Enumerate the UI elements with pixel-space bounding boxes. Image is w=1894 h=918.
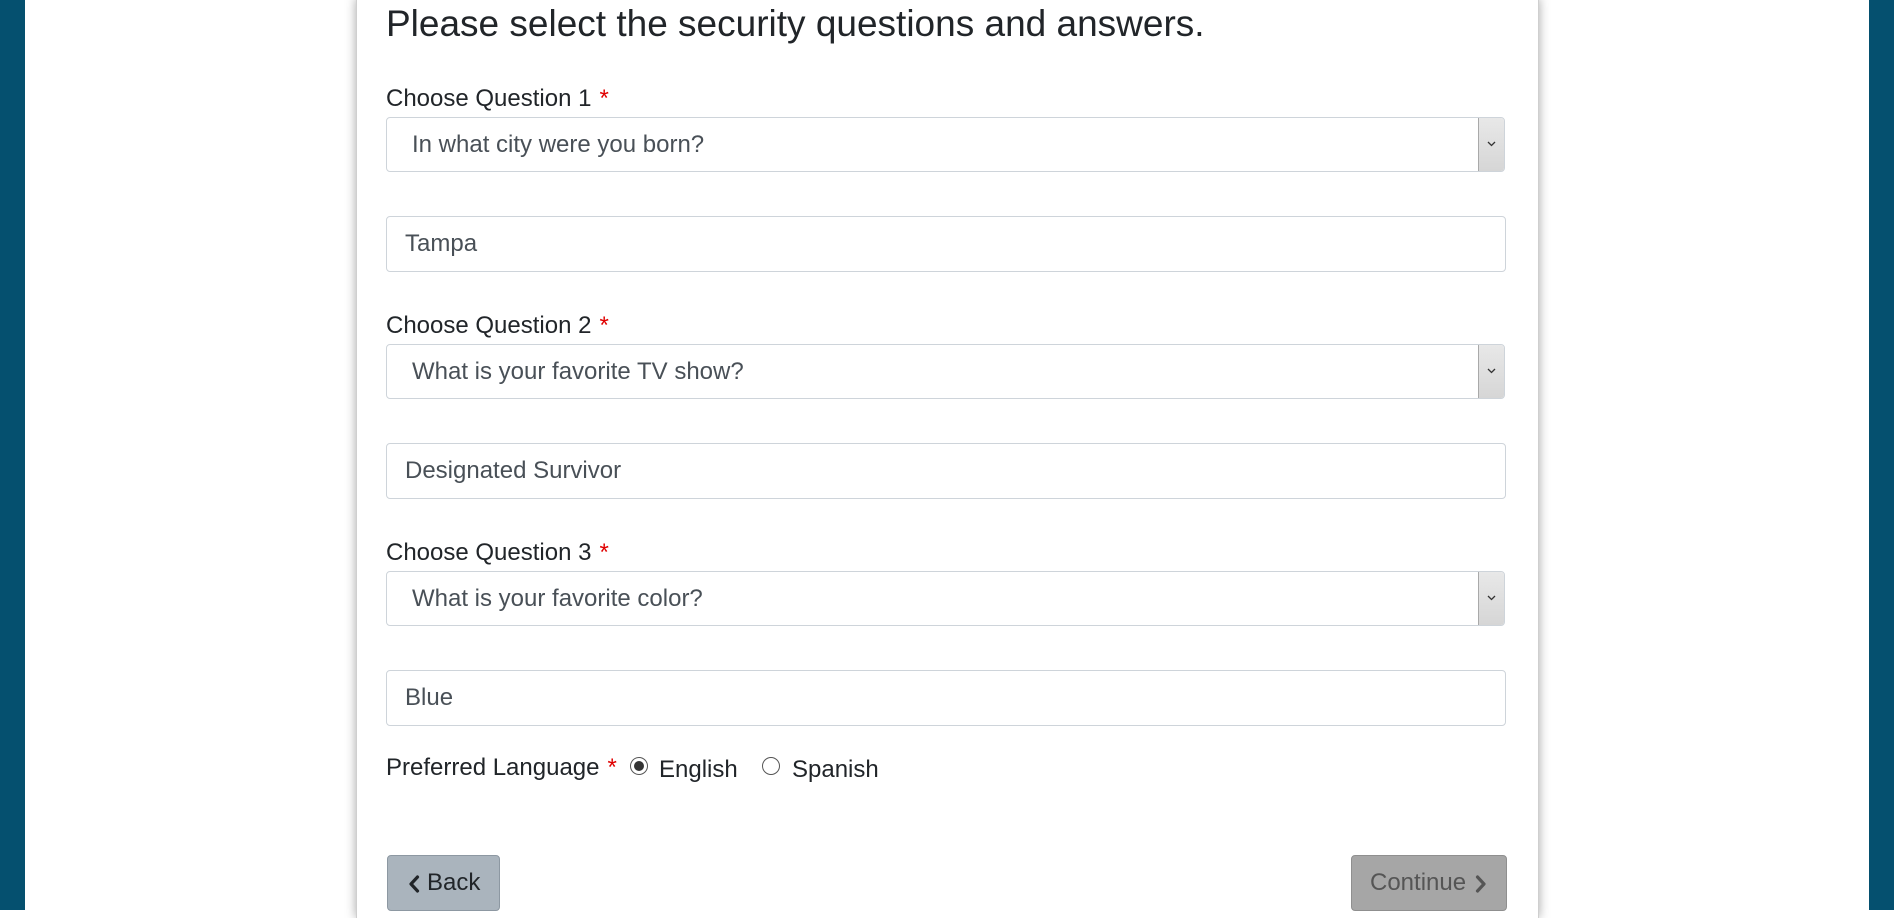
- question-3-selected-value: What is your favorite color?: [412, 585, 703, 612]
- continue-button[interactable]: Continue: [1351, 855, 1507, 911]
- chevron-down-icon[interactable]: [1478, 345, 1504, 398]
- chevron-down-icon[interactable]: [1478, 118, 1504, 171]
- question-1-selected-value: In what city were you born?: [412, 131, 705, 158]
- spanish-radio-label[interactable]: Spanish: [792, 756, 879, 784]
- back-button[interactable]: Back: [387, 855, 500, 911]
- required-marker: *: [599, 312, 609, 339]
- question-2-label-text: Choose Question 2: [386, 312, 592, 339]
- question-1-answer-input[interactable]: [386, 216, 1506, 272]
- question-1-label: Choose Question 1 *: [386, 85, 609, 113]
- required-marker: *: [599, 85, 609, 112]
- continue-button-label: Continue: [1370, 869, 1467, 896]
- chevron-right-icon: [1475, 875, 1486, 893]
- question-3-select[interactable]: What is your favorite color?: [386, 571, 1505, 626]
- question-2-select[interactable]: What is your favorite TV show?: [386, 344, 1505, 399]
- chevron-left-icon: [409, 875, 420, 893]
- english-radio[interactable]: [630, 757, 648, 775]
- preferred-language-group: Preferred Language * English Spanish: [386, 754, 986, 786]
- question-3-label: Choose Question 3 *: [386, 539, 609, 567]
- right-side-bar: [1869, 0, 1894, 910]
- question-3-label-text: Choose Question 3: [386, 539, 592, 566]
- page-title: Please select the security questions and…: [386, 3, 1205, 44]
- required-marker: *: [599, 539, 609, 566]
- preferred-language-label-text: Preferred Language: [386, 754, 600, 781]
- required-marker: *: [607, 754, 617, 781]
- left-side-bar: [0, 0, 25, 910]
- spanish-radio[interactable]: [762, 757, 780, 775]
- preferred-language-label: Preferred Language *: [386, 754, 617, 782]
- back-button-label: Back: [427, 869, 481, 896]
- english-radio-label[interactable]: English: [659, 756, 738, 784]
- question-3-answer-input[interactable]: [386, 670, 1506, 726]
- question-2-label: Choose Question 2 *: [386, 312, 609, 340]
- question-1-select[interactable]: In what city were you born?: [386, 117, 1505, 172]
- question-2-selected-value: What is your favorite TV show?: [412, 358, 744, 385]
- question-1-label-text: Choose Question 1: [386, 85, 592, 112]
- chevron-down-icon[interactable]: [1478, 572, 1504, 625]
- question-2-answer-input[interactable]: [386, 443, 1506, 499]
